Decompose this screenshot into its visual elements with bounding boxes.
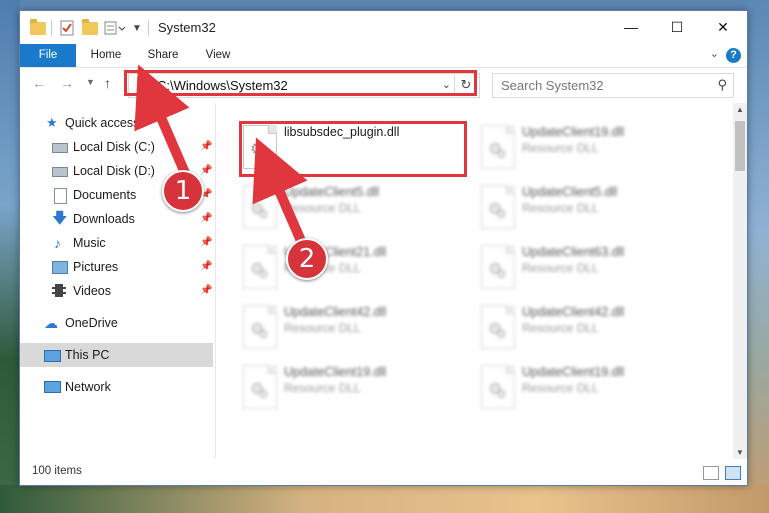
file-highlight-box bbox=[239, 121, 467, 177]
maximize-button[interactable]: ☐ bbox=[654, 11, 700, 43]
back-arrow-icon[interactable]: ← bbox=[32, 75, 46, 91]
title-bar: ▼ System32 — ☐ ✕ bbox=[20, 11, 747, 44]
file-item[interactable]: ⚙ ⚙ UpdateClient63.dll Resource DLL bbox=[478, 243, 703, 299]
download-icon: 🡇 bbox=[52, 210, 68, 227]
recent-locations-icon[interactable]: ▼ bbox=[86, 77, 95, 87]
documents-icon bbox=[54, 188, 67, 204]
sidebar-item-onedrive[interactable]: ☁ OneDrive bbox=[20, 311, 213, 335]
tab-view[interactable]: View bbox=[200, 44, 236, 67]
pin-icon: 📌 bbox=[200, 141, 213, 152]
desktop-background-right bbox=[745, 0, 769, 513]
file-item[interactable]: ⚙ ⚙ UpdateClient19.dll Resource DLL bbox=[478, 363, 703, 419]
file-item[interactable]: ⚙ ⚙ UpdateClient42.dll Resource DLL bbox=[478, 303, 703, 359]
step-2-badge: 2 bbox=[286, 238, 328, 280]
drive-icon bbox=[52, 143, 68, 153]
help-icon[interactable]: ? bbox=[726, 48, 741, 63]
properties-icon[interactable] bbox=[60, 19, 74, 37]
file-item[interactable]: ⚙ ⚙ UpdateClient19.dll Resource DLL bbox=[478, 123, 703, 179]
large-icons-view-icon[interactable] bbox=[725, 466, 741, 480]
sidebar-item-quick-access[interactable]: ★ Quick access bbox=[20, 111, 213, 135]
expand-ribbon-icon[interactable]: ⌄ bbox=[710, 47, 719, 60]
dll-file-icon: ⚙ ⚙ bbox=[243, 185, 277, 229]
file-list: ⚙ ⚙ libsubsdec_plugin.dll ⚙ ⚙ UpdateClient… bbox=[216, 103, 733, 459]
pin-icon: 📌 bbox=[200, 165, 213, 176]
item-count: 100 items bbox=[32, 465, 82, 477]
up-arrow-icon[interactable]: ↑ bbox=[104, 75, 111, 91]
navigation-pane: ★ Quick access Local Disk (C:) 📌 Local D… bbox=[20, 103, 216, 459]
file-item[interactable]: ⚙ ⚙ UpdateClient19.dll Resource DLL bbox=[240, 363, 465, 419]
window-title: System32 bbox=[158, 20, 216, 35]
tab-file[interactable]: File bbox=[20, 44, 76, 67]
sidebar-item-network[interactable]: Network bbox=[20, 375, 213, 399]
status-bar: 100 items bbox=[20, 461, 747, 485]
pictures-icon bbox=[52, 261, 68, 274]
scroll-up-icon[interactable]: ▲ bbox=[736, 105, 744, 114]
sidebar-item-pictures[interactable]: Pictures 📌 bbox=[20, 255, 213, 279]
videos-icon bbox=[52, 284, 66, 297]
details-view-icon[interactable] bbox=[703, 466, 719, 480]
music-icon: ♪ bbox=[54, 235, 61, 251]
desktop-background-bottom bbox=[0, 485, 769, 513]
customize-toolbar-icon[interactable] bbox=[104, 19, 126, 37]
file-item[interactable]: ⚙ ⚙ UpdateClient5.dll Resource DLL bbox=[240, 183, 465, 239]
scrollbar-thumb[interactable] bbox=[735, 121, 745, 171]
search-icon: ⚲ bbox=[717, 77, 727, 92]
tab-share[interactable]: Share bbox=[142, 44, 184, 67]
file-item[interactable]: ⚙ ⚙ UpdateClient5.dll Resource DLL bbox=[478, 183, 703, 239]
file-item[interactable]: ⚙ ⚙ UpdateClient42.dll Resource DLL bbox=[240, 303, 465, 359]
search-input[interactable]: Search System32 ⚲ bbox=[492, 73, 734, 98]
dll-file-icon: ⚙ ⚙ bbox=[481, 305, 515, 349]
step-1-badge: 1 bbox=[162, 170, 204, 212]
navigation-bar: ← → ▼ ↑ C:\Windows\System32 ⌄ ↻ Search S… bbox=[20, 68, 747, 102]
sidebar-item-music[interactable]: ♪ Music 📌 bbox=[20, 231, 213, 255]
close-button[interactable]: ✕ bbox=[700, 11, 746, 43]
sidebar-item-this-pc[interactable]: This PC bbox=[20, 343, 213, 367]
computer-icon bbox=[44, 350, 61, 362]
minimize-button[interactable]: — bbox=[608, 11, 654, 43]
dll-file-icon: ⚙ ⚙ bbox=[481, 245, 515, 289]
dll-file-icon: ⚙ ⚙ bbox=[481, 125, 515, 169]
cloud-icon: ☁ bbox=[44, 315, 58, 331]
pin-icon: 📌 bbox=[200, 261, 213, 272]
network-icon bbox=[44, 381, 61, 393]
dll-file-icon: ⚙ ⚙ bbox=[481, 185, 515, 229]
vertical-scrollbar[interactable]: ▲ ▼ bbox=[733, 103, 747, 459]
drive-icon bbox=[52, 167, 68, 177]
desktop-background-left bbox=[0, 0, 20, 513]
search-placeholder: Search System32 bbox=[501, 78, 604, 93]
forward-arrow-icon[interactable]: → bbox=[60, 75, 74, 91]
file-item[interactable]: ⚙⚙ UpdateClient21.dll Resource DLL bbox=[240, 243, 465, 299]
pin-icon: 📌 bbox=[200, 213, 213, 224]
file-explorer-window: ▼ System32 — ☐ ✕ File Home Share View ⌄ … bbox=[19, 10, 748, 486]
scroll-down-icon[interactable]: ▼ bbox=[736, 448, 744, 457]
new-folder-icon[interactable] bbox=[82, 18, 98, 37]
dll-file-icon: ⚙ ⚙ bbox=[243, 245, 277, 289]
address-highlight-box bbox=[124, 70, 477, 96]
dll-file-icon: ⚙ ⚙ bbox=[481, 365, 515, 409]
chevron-down-icon[interactable]: ▼ bbox=[132, 19, 142, 37]
quick-access-toolbar-separator bbox=[51, 19, 52, 37]
dll-file-icon: ⚙ ⚙ bbox=[243, 365, 277, 409]
star-icon: ★ bbox=[46, 115, 58, 130]
sidebar-item-videos[interactable]: Videos 📌 bbox=[20, 279, 213, 303]
ribbon-tabs: File Home Share View ⌄ ? bbox=[20, 44, 747, 68]
dll-file-icon: ⚙ ⚙ bbox=[243, 305, 277, 349]
folder-icon bbox=[30, 18, 46, 37]
tab-home[interactable]: Home bbox=[86, 44, 126, 67]
pin-icon: 📌 bbox=[200, 285, 213, 296]
title-separator bbox=[148, 19, 149, 37]
sidebar-item-local-disk-c[interactable]: Local Disk (C:) 📌 bbox=[20, 135, 213, 159]
pin-icon: 📌 bbox=[200, 237, 213, 248]
